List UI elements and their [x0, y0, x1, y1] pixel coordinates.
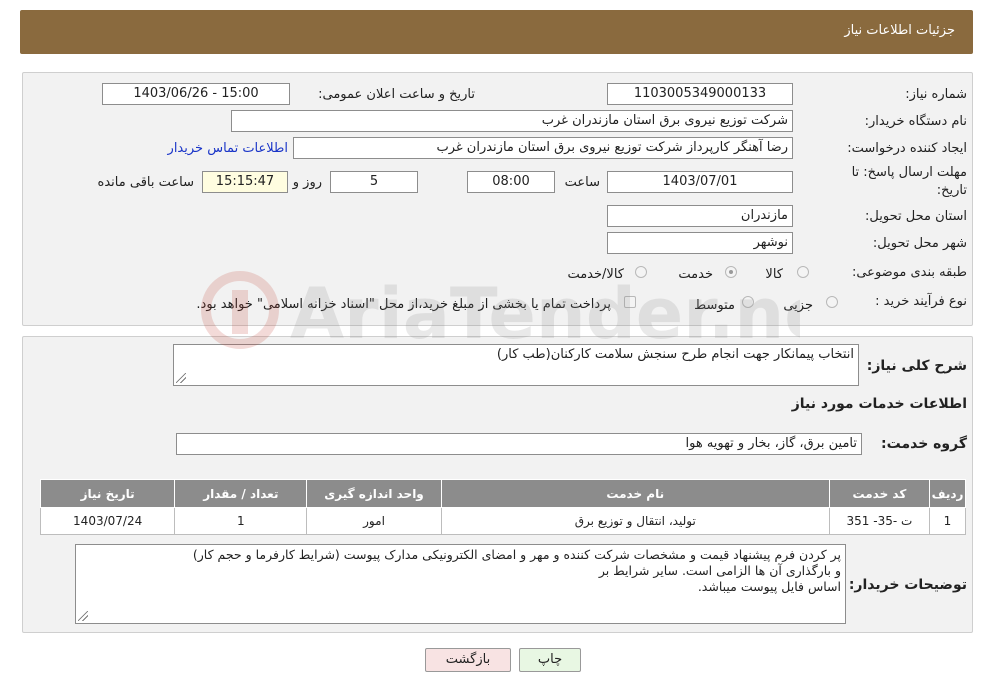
table-header-row: ردیف کد خدمت نام خدمت واحد اندازه گیری ت… [39, 479, 966, 508]
col-service-name: نام خدمت [440, 479, 830, 508]
category-option-service: خدمت [678, 267, 713, 282]
col-service-code: کد خدمت [828, 479, 931, 508]
announce-date-field: 1403/06/26 - 15:00 [102, 83, 290, 105]
deadline-date-field: 1403/07/01 [607, 171, 793, 193]
services-table: ردیف کد خدمت نام خدمت واحد اندازه گیری ت… [39, 479, 966, 535]
services-section-title: اطلاعات خدمات مورد نیاز [791, 396, 967, 412]
buyer-notes-label: توضیحات خریدار: [848, 577, 967, 593]
resize-grip-icon[interactable] [78, 611, 88, 621]
category-label: طبقه بندی موضوعی: [851, 265, 967, 280]
announce-date-label: تاریخ و ساعت اعلان عمومی: [318, 87, 475, 102]
description-label: شرح کلی نیاز: [866, 358, 967, 374]
buyer-contact-link[interactable]: اطلاعات تماس خریدار [168, 141, 288, 156]
page-title: جزئیات اطلاعات نیاز [844, 23, 955, 38]
days-field: 5 [330, 171, 418, 193]
back-button[interactable]: بازگشت [425, 648, 511, 672]
table-row: 1 ت -35- 351 تولید، انتقال و توزیع برق ا… [39, 507, 966, 535]
cell-need-date: 1403/07/24 [39, 507, 176, 535]
process-type-label: نوع فرآیند خرید : [875, 294, 967, 309]
col-unit: واحد اندازه گیری [306, 479, 442, 508]
category-option-goods: کالا [765, 267, 783, 282]
deadline-time-field: 08:00 [467, 171, 555, 193]
province-label: استان محل تحویل: [865, 209, 967, 224]
treasury-payment-note: پرداخت تمام یا بخشی از مبلغ خرید،از محل … [196, 297, 611, 312]
buyer-notes-field: پر کردن فرم پیشنهاد قیمت و مشخصات شرکت ک… [75, 544, 846, 624]
description-field: انتخاب پیمانکار جهت انجام طرح سنجش سلامت… [173, 344, 859, 386]
category-radio-goods[interactable] [797, 266, 809, 278]
process-radio-minor[interactable] [826, 296, 838, 308]
resize-grip-icon[interactable] [176, 373, 186, 383]
cell-service-name: تولید، انتقال و توزیع برق [440, 507, 830, 535]
cell-unit: امور [306, 507, 442, 535]
process-option-medium: متوسط [694, 298, 735, 313]
city-label: شهر محل تحویل: [872, 236, 967, 251]
buyer-notes-line-1: پر کردن فرم پیشنهاد قیمت و مشخصات شرکت ک… [192, 547, 841, 562]
process-radio-medium[interactable] [742, 296, 754, 308]
service-group-field: تامین برق، گاز، بخار و تهویه هوا [176, 433, 862, 455]
category-radio-goods-service[interactable] [635, 266, 647, 278]
province-field: مازندران [607, 205, 793, 227]
service-group-label: گروه خدمت: [881, 436, 967, 452]
description-text: انتخاب پیمانکار جهت انجام طرح سنجش سلامت… [496, 347, 854, 362]
buyer-org-label: نام دستگاه خریدار: [864, 114, 967, 129]
need-number-label: شماره نیاز: [905, 87, 967, 102]
print-button[interactable]: چاپ [519, 648, 581, 672]
remaining-time-label: ساعت باقی مانده [97, 175, 194, 190]
col-quantity: تعداد / مقدار [174, 479, 308, 508]
cell-service-code: ت -35- 351 [828, 507, 931, 535]
page-header: جزئیات اطلاعات نیاز [20, 10, 973, 54]
creator-label: ایجاد کننده درخواست: [847, 141, 967, 156]
creator-field: رضا آهنگر کارپرداز شرکت توزیع نیروی برق … [293, 137, 793, 159]
cell-quantity: 1 [174, 507, 308, 535]
days-label: روز و [292, 175, 322, 190]
buyer-org-field: شرکت توزیع نیروی برق استان مازندران غرب [231, 110, 793, 132]
city-field: نوشهر [607, 232, 793, 254]
deadline-label-2: تاریخ: [936, 183, 967, 198]
category-radio-service[interactable] [725, 266, 737, 278]
col-row-number: ردیف [929, 479, 966, 508]
treasury-payment-checkbox[interactable] [624, 296, 636, 308]
process-option-minor: جزیی [783, 298, 813, 313]
remaining-time-field: 15:15:47 [202, 171, 288, 193]
deadline-time-label: ساعت [564, 175, 600, 190]
buyer-notes-line-2: و بارگذاری آن ها الزامی است. سایر شرایط … [598, 563, 841, 578]
col-need-date: تاریخ نیاز [39, 479, 176, 508]
deadline-label: مهلت ارسال پاسخ: تا [851, 165, 967, 180]
cell-row-number: 1 [929, 507, 966, 535]
need-number-field: 1103005349000133 [607, 83, 793, 105]
buyer-notes-line-3: اساس فایل پیوست میباشد. [697, 579, 841, 594]
category-option-goods-service: کالا/خدمت [567, 267, 624, 282]
